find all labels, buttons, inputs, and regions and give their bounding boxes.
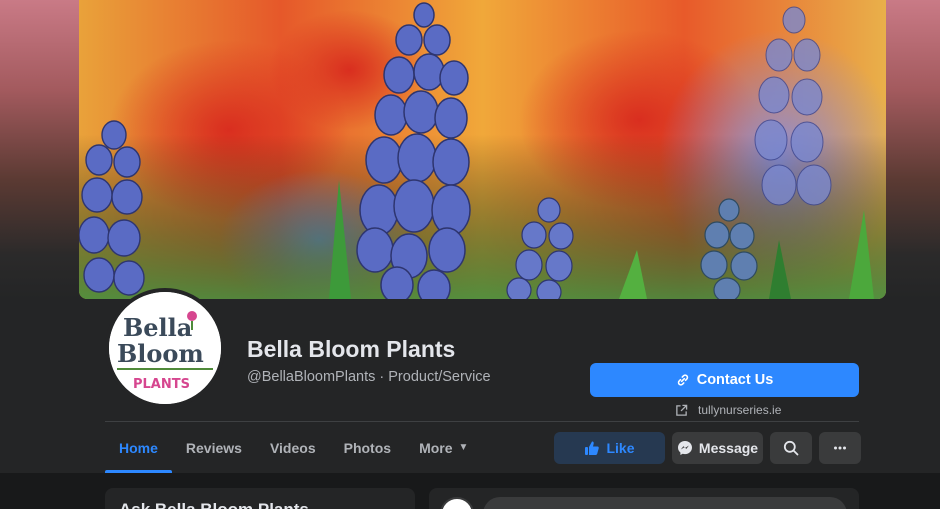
tab-label: Reviews xyxy=(185,439,242,456)
flower-icon xyxy=(187,311,197,321)
link-icon xyxy=(677,374,688,386)
thumbs-up-icon xyxy=(585,441,600,455)
page-category[interactable]: Product/Service xyxy=(388,369,490,385)
message-button[interactable]: Message xyxy=(672,432,763,464)
tab-photos[interactable]: Photos xyxy=(330,422,405,473)
page-handle: @BellaBloomPlants xyxy=(247,369,376,385)
contact-us-button[interactable]: Contact Us xyxy=(590,363,859,397)
like-button[interactable]: Like xyxy=(554,432,665,464)
subtitle-separator: · xyxy=(375,369,389,385)
ellipsis-icon xyxy=(834,446,846,450)
search-icon xyxy=(783,440,799,456)
tab-reviews[interactable]: Reviews xyxy=(172,422,256,473)
tab-videos[interactable]: Videos xyxy=(256,422,330,473)
message-label: Message xyxy=(698,440,759,456)
search-button[interactable] xyxy=(770,432,812,464)
messenger-icon xyxy=(677,441,692,455)
tab-label: Videos xyxy=(269,439,316,456)
tab-more[interactable]: More ▼ xyxy=(405,422,482,473)
caret-down-icon: ▼ xyxy=(458,442,469,453)
external-link-icon xyxy=(676,404,688,416)
composer-input[interactable] xyxy=(483,497,847,509)
page-actions: Like Message xyxy=(554,432,861,464)
tab-home[interactable]: Home xyxy=(105,422,172,473)
website-link[interactable]: tullynurseries.ie xyxy=(675,401,781,419)
tab-label: Photos xyxy=(343,439,392,456)
cover-photo[interactable] xyxy=(79,0,886,299)
logo-word-bloom: Bloom xyxy=(117,339,204,368)
page-title: Bella Bloom Plants xyxy=(247,336,456,362)
page-tabs: Home Reviews Videos Photos More ▼ xyxy=(105,422,482,473)
more-options-button[interactable] xyxy=(819,432,861,464)
ask-card: Ask Bella Bloom Plants xyxy=(105,488,415,509)
post-composer-card xyxy=(429,488,859,509)
like-label: Like xyxy=(606,440,635,456)
tab-label: Home xyxy=(119,439,158,456)
website-label: tullynurseries.ie xyxy=(698,403,782,417)
contact-us-label: Contact Us xyxy=(696,372,774,388)
logo-word-bella: Bella xyxy=(123,313,192,342)
page-subtitle: @BellaBloomPlants · Product/Service xyxy=(247,369,491,385)
composer-avatar[interactable] xyxy=(440,497,474,509)
ask-card-title: Ask Bella Bloom Plants xyxy=(119,500,309,509)
profile-avatar[interactable]: Bella Bloom PLANTS xyxy=(105,288,225,408)
logo-tagline: PLANTS xyxy=(133,377,190,392)
tab-label: More xyxy=(419,439,453,456)
